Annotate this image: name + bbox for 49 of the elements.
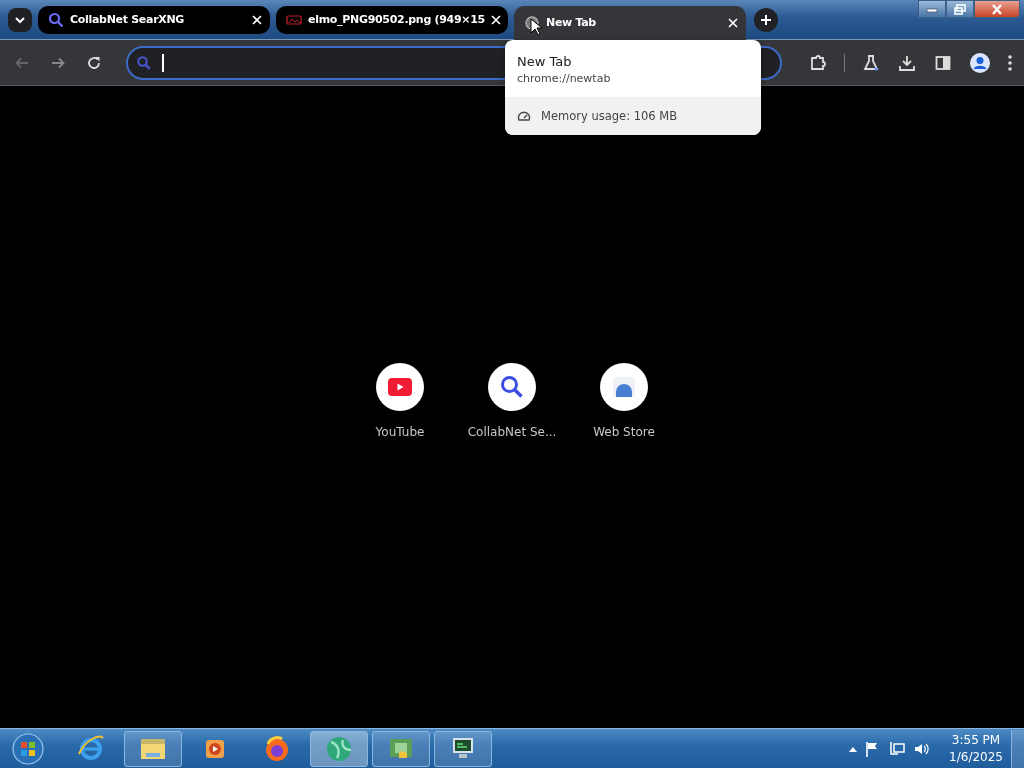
- shortcut-label: YouTube: [375, 425, 425, 439]
- close-icon[interactable]: [490, 14, 501, 25]
- taskbar-button[interactable]: [124, 730, 182, 767]
- puzzle-icon[interactable]: [808, 52, 828, 73]
- clock[interactable]: 3:55 PM 1/6/2025: [949, 731, 1003, 766]
- search-icon: [136, 54, 152, 71]
- menu-icon[interactable]: [1007, 53, 1013, 72]
- restore-button[interactable]: [946, 0, 974, 18]
- tab-title: CollabNet SearXNG: [70, 13, 186, 26]
- restore-icon: [954, 3, 966, 15]
- memory-usage: Memory usage: 106 MB: [541, 109, 678, 123]
- close-button[interactable]: [974, 0, 1020, 18]
- close-icon[interactable]: [728, 17, 738, 28]
- taskbar-button[interactable]: [434, 730, 492, 767]
- start-orb-icon: [12, 732, 44, 765]
- shortcut-tile[interactable]: YouTube: [344, 363, 456, 439]
- close-icon: [991, 3, 1003, 15]
- reload-icon[interactable]: [86, 54, 102, 71]
- tab-title: elmo_PNG90502.png (949×15: [308, 13, 485, 26]
- browser-tab[interactable]: CollabNet SearXNG: [38, 5, 270, 34]
- play-icon: [387, 377, 413, 397]
- new-tab-button[interactable]: [754, 7, 778, 32]
- browser-tab[interactable]: New Tab: [514, 5, 746, 40]
- network-icon[interactable]: [889, 740, 906, 757]
- search-icon: [499, 374, 525, 400]
- shortcut-label: Web Store: [593, 425, 655, 439]
- shortcut-tile[interactable]: CollabNet Se...: [456, 363, 568, 439]
- clock-date: 1/6/2025: [949, 748, 1003, 766]
- hover-card-url: chrome://newtab: [517, 72, 612, 85]
- store-icon: [611, 375, 637, 399]
- image-file-icon: [286, 14, 302, 25]
- profile-icon[interactable]: [969, 51, 991, 74]
- browser-tab[interactable]: elmo_PNG90502.png (949×15: [276, 5, 508, 34]
- flask-icon[interactable]: [861, 52, 881, 73]
- shortcut-label: CollabNet Se...: [467, 425, 557, 439]
- minimize-icon: [926, 5, 938, 13]
- close-icon[interactable]: [252, 14, 262, 25]
- search-icon: [48, 11, 64, 28]
- clock-time: 3:55 PM: [951, 731, 1001, 749]
- minimize-button[interactable]: [918, 0, 946, 18]
- tab-search-button[interactable]: [8, 7, 32, 32]
- show-hidden-icon[interactable]: [849, 745, 858, 752]
- tab-title: New Tab: [546, 16, 597, 29]
- hover-card-title: New Tab: [517, 54, 573, 69]
- plus-icon: [760, 13, 772, 26]
- shortcut-tile[interactable]: Web Store: [568, 363, 680, 439]
- gauge-icon: [517, 110, 531, 122]
- mouse-pointer-icon: [530, 18, 542, 36]
- text-cursor: [162, 53, 164, 72]
